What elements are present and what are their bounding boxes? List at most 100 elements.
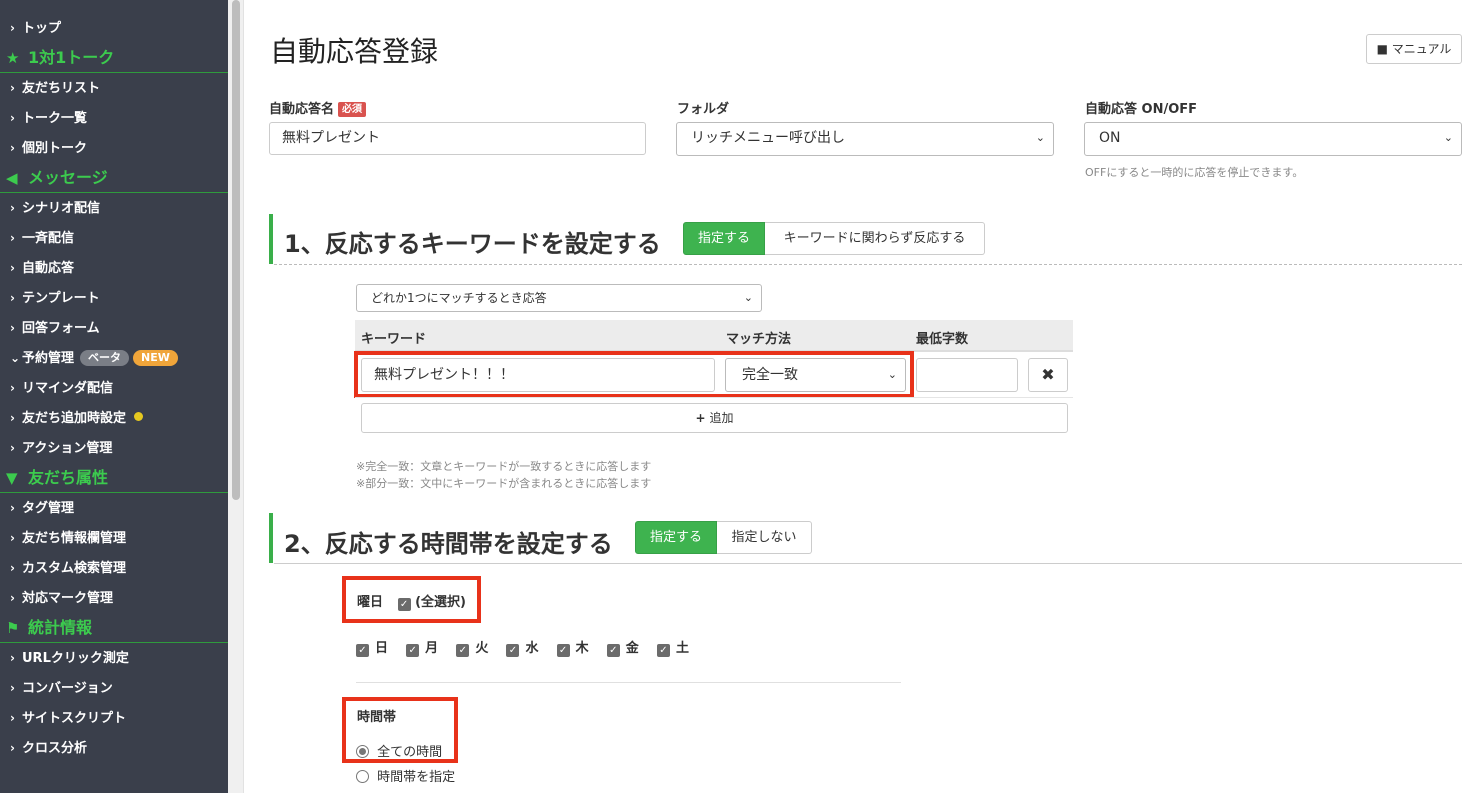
day-fri[interactable]: ✓ 金 bbox=[606, 641, 639, 657]
sidebar-item-label: 予約管理 bbox=[22, 351, 75, 366]
chevron-right-icon: › bbox=[10, 531, 15, 545]
sidebar-item-10[interactable]: › 回答フォーム bbox=[0, 313, 228, 343]
match-notes: ※完全一致：文章とキーワードが一致するときに応答します ※部分一致：文中にキーワ… bbox=[356, 458, 651, 492]
chevron-right-icon: › bbox=[10, 501, 15, 515]
manual-button[interactable]: ■ マニュアル bbox=[1366, 34, 1462, 64]
sidebar-item-label: サイトスクリプト bbox=[22, 711, 127, 726]
min-chars-input[interactable] bbox=[916, 358, 1018, 392]
folder-select[interactable]: リッチメニュー呼び出し ⌄ bbox=[676, 122, 1054, 156]
chevron-right-icon: › bbox=[10, 111, 15, 125]
sidebar-item-13[interactable]: › 友だち追加時設定 bbox=[0, 403, 228, 433]
section2-title: 2、反応する時間帯を設定する bbox=[284, 530, 613, 558]
chevron-down-icon: ⌄ bbox=[1035, 131, 1045, 144]
sidebar-item-0[interactable]: › トップ bbox=[0, 13, 228, 43]
sidebar-item-6[interactable]: › シナリオ配信 bbox=[0, 193, 228, 223]
plus-icon: + bbox=[695, 411, 706, 425]
add-keyword-label: 追加 bbox=[709, 411, 734, 425]
match-mode-select[interactable]: どれか1つにマッチするとき応答 ⌄ bbox=[356, 284, 762, 312]
checkbox-icon[interactable]: ✓ bbox=[456, 644, 470, 657]
star-icon: ★ bbox=[6, 49, 20, 67]
sidebar-item-label: アクション管理 bbox=[22, 441, 113, 456]
section1-title: 1、反応するキーワードを設定する bbox=[284, 230, 661, 258]
radio-icon[interactable] bbox=[356, 770, 369, 783]
scrollbar-thumb[interactable] bbox=[232, 0, 240, 500]
checkbox-icon[interactable]: ✓ bbox=[656, 644, 670, 657]
chevron-right-icon: › bbox=[10, 651, 15, 665]
time-all-option[interactable]: 全ての時間 bbox=[356, 741, 442, 760]
chevron-right-icon: › bbox=[10, 591, 15, 605]
sidebar-item-11[interactable]: ⌄ 予約管理 ベータ NEW bbox=[0, 343, 228, 373]
sidebar-item-9[interactable]: › テンプレート bbox=[0, 283, 228, 313]
section2-divider bbox=[274, 563, 1462, 564]
sidebar-section-15: ▼ 友だち属性 bbox=[0, 463, 228, 493]
day-label: 日 bbox=[375, 641, 389, 656]
day-tue[interactable]: ✓ 火 bbox=[456, 641, 488, 657]
checkbox-icon[interactable]: ✓ bbox=[506, 644, 520, 657]
keyword-row-highlight bbox=[354, 351, 914, 398]
day-thu[interactable]: ✓ 木 bbox=[556, 641, 589, 657]
note-partial: ※部分一致：文中にキーワードが含まれるときに応答します bbox=[356, 477, 652, 490]
select-all-checkbox[interactable]: ✓ bbox=[397, 598, 411, 611]
flag-icon: ⚑ bbox=[6, 619, 20, 637]
sidebar-item-16[interactable]: › タグ管理 bbox=[0, 493, 228, 523]
sidebar-section-label: 統計情報 bbox=[28, 618, 93, 637]
days-row: ✓ 日 ✓ 月 ✓ 火 ✓ 水 ✓ 木 ✓ 金 ✓ 土 bbox=[356, 637, 689, 657]
sidebar-item-label: テンプレート bbox=[22, 291, 100, 306]
sidebar-item-label: 自動応答 bbox=[22, 261, 75, 276]
name-input-value: 無料プレゼント bbox=[282, 130, 380, 146]
day-wed[interactable]: ✓ 水 bbox=[506, 641, 538, 657]
sidebar-item-label: 友だち情報欄管理 bbox=[22, 531, 127, 546]
checkbox-icon[interactable]: ✓ bbox=[556, 644, 570, 657]
megaphone-icon: ◀ bbox=[6, 169, 18, 187]
delete-row-button[interactable]: ✖ bbox=[1028, 358, 1068, 392]
day-sat[interactable]: ✓ 土 bbox=[656, 641, 689, 657]
time-specify-option[interactable]: 時間帯を指定 bbox=[356, 766, 455, 785]
sidebar: › トップ ★ 1対1トーク › 友だちリスト › トーク一覧 › 個別トーク ◀ メッセージ › シナリ… bbox=[0, 0, 228, 793]
sidebar-item-17[interactable]: › 友だち情報欄管理 bbox=[0, 523, 228, 553]
sidebar-item-label: シナリオ配信 bbox=[22, 201, 101, 216]
chevron-down-icon: ⌄ bbox=[10, 351, 21, 365]
checkbox-icon[interactable]: ✓ bbox=[356, 644, 369, 657]
day-mon[interactable]: ✓ 月 bbox=[406, 641, 438, 657]
sidebar-item-label: リマインダ配信 bbox=[22, 381, 114, 396]
sidebar-scrollbar[interactable] bbox=[228, 0, 244, 793]
keyword-specify-button[interactable]: 指定する bbox=[683, 222, 765, 255]
name-input[interactable]: 無料プレゼント bbox=[269, 122, 646, 155]
chevron-right-icon: › bbox=[10, 681, 15, 695]
sidebar-section-label: 1対1トーク bbox=[28, 48, 115, 67]
sidebar-item-24[interactable]: › クロス分析 bbox=[0, 733, 228, 763]
chevron-right-icon: › bbox=[10, 411, 15, 425]
day-sun[interactable]: ✓ 日 bbox=[356, 641, 389, 657]
add-keyword-button[interactable]: + 追加 bbox=[361, 403, 1068, 433]
sidebar-item-7[interactable]: › 一斉配信 bbox=[0, 223, 228, 253]
time-specify-button[interactable]: 指定する bbox=[635, 521, 717, 554]
sidebar-item-3[interactable]: › トーク一覧 bbox=[0, 103, 228, 133]
chevron-right-icon: › bbox=[10, 561, 15, 575]
sidebar-item-4[interactable]: › 個別トーク bbox=[0, 133, 228, 163]
chevron-right-icon: › bbox=[10, 381, 15, 395]
sidebar-item-19[interactable]: › 対応マーク管理 bbox=[0, 583, 228, 613]
sidebar-item-label: 一斉配信 bbox=[22, 231, 75, 246]
folder-label: フォルダ bbox=[677, 102, 730, 117]
keyword-any-button[interactable]: キーワードに関わらず反応する bbox=[765, 222, 985, 255]
sidebar-item-8[interactable]: › 自動応答 bbox=[0, 253, 228, 283]
chevron-right-icon: › bbox=[10, 231, 15, 245]
onoff-select[interactable]: ON ⌄ bbox=[1084, 122, 1462, 156]
radio-selected-icon[interactable] bbox=[356, 745, 369, 758]
sidebar-item-label: コンバージョン bbox=[22, 681, 113, 696]
sidebar-item-12[interactable]: › リマインダ配信 bbox=[0, 373, 228, 403]
sidebar-item-22[interactable]: › コンバージョン bbox=[0, 673, 228, 703]
sidebar-item-23[interactable]: › サイトスクリプト bbox=[0, 703, 228, 733]
sidebar-section-20: ⚑ 統計情報 bbox=[0, 613, 228, 643]
sidebar-item-18[interactable]: › カスタム検索管理 bbox=[0, 553, 228, 583]
sidebar-item-label: タグ管理 bbox=[22, 501, 75, 516]
sidebar-section-label: メッセージ bbox=[28, 168, 108, 187]
time-none-button[interactable]: 指定しない bbox=[717, 521, 812, 554]
sidebar-item-2[interactable]: › 友だちリスト bbox=[0, 73, 228, 103]
sidebar-item-label: 対応マーク管理 bbox=[22, 591, 114, 606]
sidebar-item-21[interactable]: › URLクリック測定 bbox=[0, 643, 228, 673]
sidebar-section-1: ★ 1対1トーク bbox=[0, 43, 228, 73]
checkbox-icon[interactable]: ✓ bbox=[406, 644, 420, 657]
sidebar-item-14[interactable]: › アクション管理 bbox=[0, 433, 228, 463]
checkbox-icon[interactable]: ✓ bbox=[606, 644, 620, 657]
